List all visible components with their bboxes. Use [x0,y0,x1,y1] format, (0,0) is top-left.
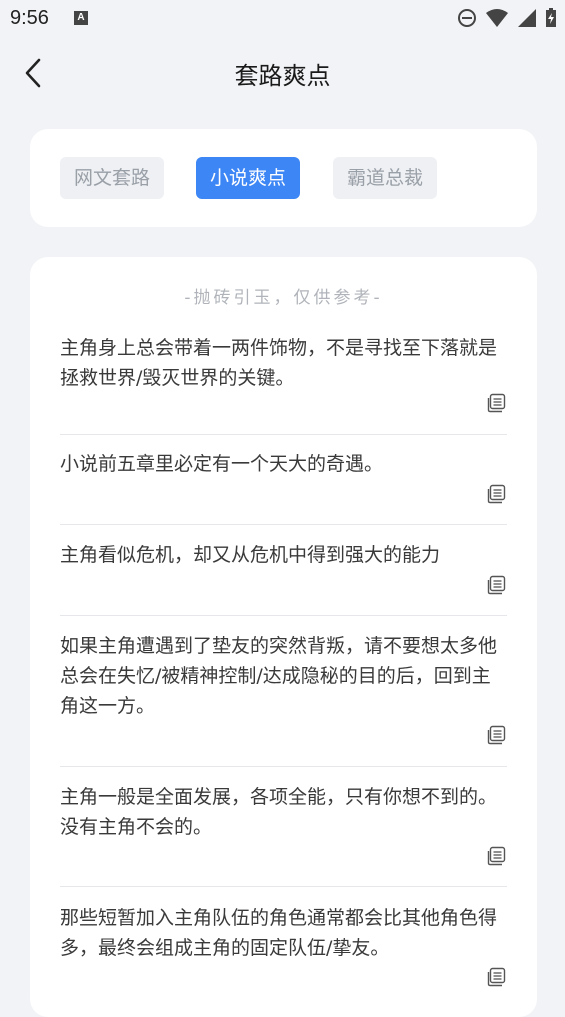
list-item: 如果主角遭遇到了垫友的突然背叛，请不要想太多他总会在失忆/被精神控制/达成隐秘的… [60,631,507,767]
status-time: 9:56 [10,7,49,29]
list-item: 主角身上总会带着一两件饰物，不是寻找至下落就是拯救世界/毁灭世界的关键。 [60,333,507,435]
item-text: 主角身上总会带着一两件饰物，不是寻找至下落就是拯救世界/毁灭世界的关键。 [60,337,498,389]
tab-domineering-ceo[interactable]: 霸道总裁 [333,157,438,199]
status-bar: 9:56 A [0,0,565,38]
copy-icon[interactable] [487,393,507,413]
list-item: 主角一般是全面发展，各项全能，只有你想不到的。没有主角不会的。 [60,782,507,887]
app-header: 套路爽点 [0,38,565,108]
copy-icon[interactable] [487,575,507,595]
category-tabs: 网文套路 小说爽点 霸道总裁 [30,129,537,227]
wifi-icon [486,9,508,27]
item-text: 主角看似危机，却又从危机中得到强大的能力 [60,544,441,566]
item-text: 如果主角遭遇到了垫友的突然背叛，请不要想太多他总会在失忆/被精神控制/达成隐秘的… [60,635,498,717]
reference-note: -抛砖引玉，仅供参考- [184,288,383,308]
list-item: 主角看似危机，却又从危机中得到强大的能力 [60,540,507,616]
list-item: 小说前五章里必定有一个天大的奇遇。 [60,449,507,525]
copy-icon[interactable] [487,846,507,866]
tropes-list: -抛砖引玉，仅供参考- 主角身上总会带着一两件饰物，不是寻找至下落就是拯救世界/… [30,257,537,1017]
status-icons [457,8,557,28]
page-title: 套路爽点 [234,62,331,90]
copy-icon[interactable] [487,967,507,987]
tab-web-novel-tropes[interactable]: 网文套路 [60,157,165,199]
dnd-icon [458,9,476,27]
copy-icon[interactable] [487,725,507,745]
item-text: 小说前五章里必定有一个天大的奇遇。 [60,453,384,475]
list-item: 那些短暂加入主角队伍的角色通常都会比其他角色得多，最终会组成主角的固定队伍/挚友… [60,903,507,1007]
tab-novel-highlights[interactable]: 小说爽点 [196,157,301,199]
battery-icon [546,8,556,27]
item-text: 那些短暂加入主角队伍的角色通常都会比其他角色得多，最终会组成主角的固定队伍/挚友… [60,907,498,959]
item-text: 主角一般是全面发展，各项全能，只有你想不到的。没有主角不会的。 [60,786,498,838]
notification-icon: A [74,11,88,25]
copy-icon[interactable] [487,484,507,504]
signal-icon [518,9,536,27]
